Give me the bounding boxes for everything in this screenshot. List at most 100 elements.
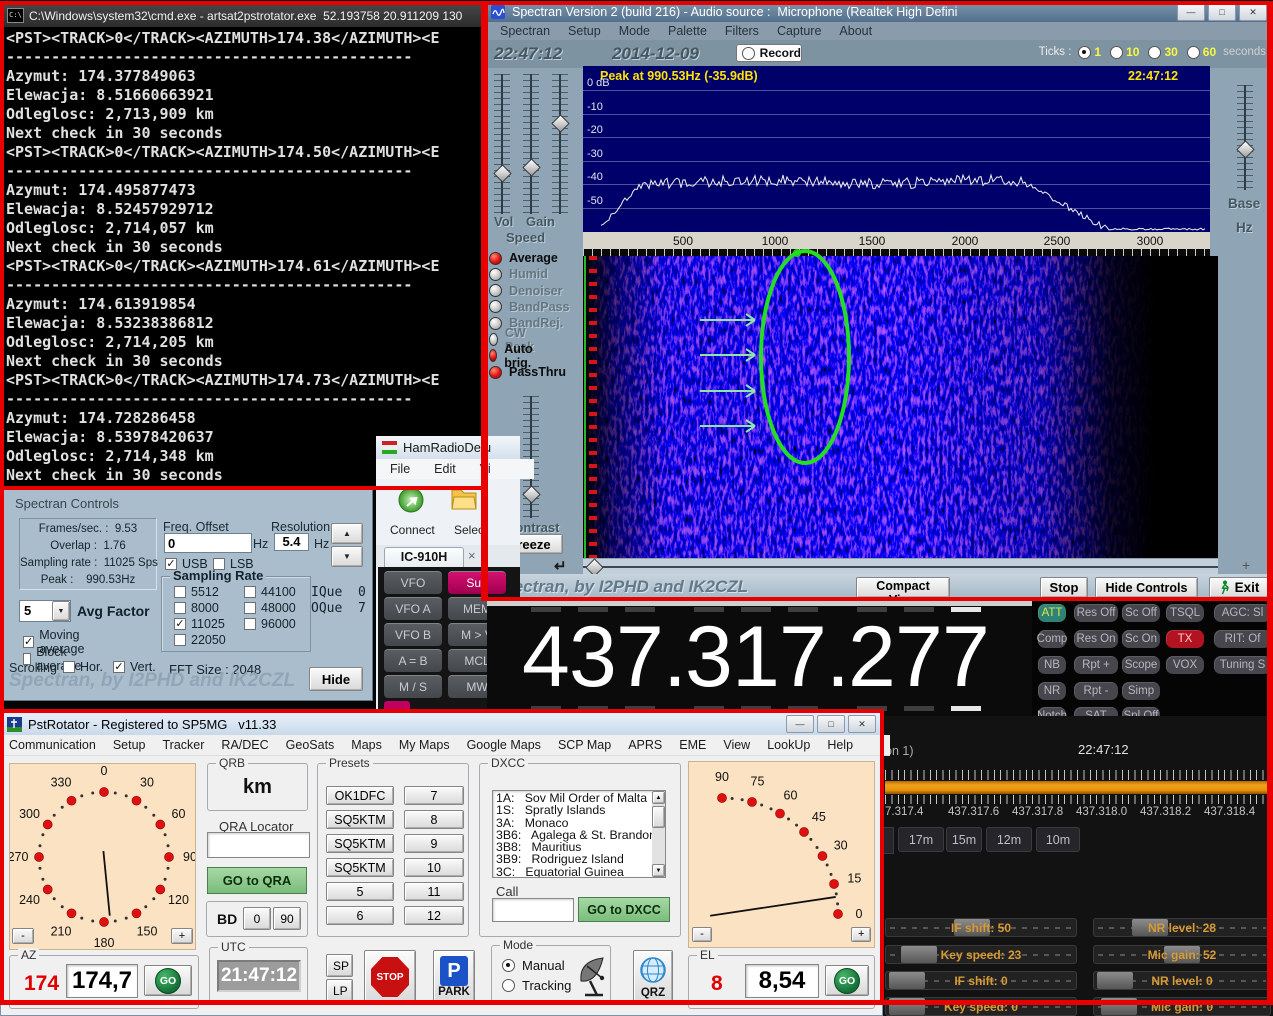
hrd-menu-vi[interactable]: Vi — [480, 462, 491, 476]
sr-96000-checkbox[interactable]: 96000 — [244, 617, 296, 631]
preset-button-7[interactable]: 7 — [404, 786, 464, 805]
ticks-option-60[interactable]: 60 — [1187, 45, 1216, 59]
rig-button-simp[interactable]: Simp — [1122, 682, 1160, 700]
record-radio[interactable] — [742, 47, 755, 60]
rig-button-rpt-+[interactable]: Rpt + — [1074, 656, 1118, 674]
rig-button-res-off[interactable]: Res Off — [1074, 604, 1118, 622]
gain-slider[interactable] — [523, 74, 539, 214]
pst-menu-google-maps[interactable]: Google Maps — [467, 738, 541, 752]
dxcc-list-item[interactable]: 3C: Equatorial Guinea — [496, 866, 649, 878]
preset-button-sq5ktm-1[interactable]: SQ5KTM — [326, 810, 394, 829]
hor-checkbox[interactable]: Hor. — [63, 660, 103, 674]
rig-slider-nr-level-28[interactable]: NR level: 28 — [1093, 918, 1271, 937]
rig-button-tx[interactable]: TX — [1166, 630, 1204, 648]
freq-digit-marker[interactable] — [578, 706, 608, 711]
lsb-checkbox[interactable]: LSB — [213, 557, 254, 571]
ticks-radio-icon[interactable] — [1148, 46, 1161, 59]
pst-menu-aprs[interactable]: APRS — [628, 738, 662, 752]
rig-button-att[interactable]: ATT — [1038, 604, 1066, 622]
spectran-menu-palette[interactable]: Palette — [668, 24, 707, 38]
resolution-up-button[interactable]: ▲ — [331, 523, 363, 544]
spectran-menu-about[interactable]: About — [839, 24, 872, 38]
az-compass[interactable]: 0306090120150180210240270300330 - + — [9, 763, 196, 950]
hrd-button-vfob[interactable]: VFO B — [384, 623, 442, 646]
radio-icon[interactable] — [502, 979, 515, 992]
dxcc-list[interactable]: 1A: Sov Mil Order of Malta1S: Spratly Is… — [492, 790, 666, 878]
exit-button[interactable]: Exit — [1209, 577, 1269, 598]
band-button-15m[interactable]: 15m — [946, 827, 982, 852]
az-minus-button[interactable]: - — [12, 928, 34, 944]
rig-button-nr[interactable]: NR — [1038, 682, 1066, 700]
hrd-partial-button[interactable] — [384, 701, 410, 712]
pst-menu-lookup[interactable]: LookUp — [767, 738, 810, 752]
spectran-menu-spectran[interactable]: Spectran — [500, 24, 550, 38]
preset-button-ok1dfc-0[interactable]: OK1DFC — [326, 786, 394, 805]
rig-button-agc-sl[interactable]: AGC: Sl — [1214, 604, 1271, 622]
freq-scale[interactable]: 50010001500200025003000 — [583, 232, 1210, 249]
close-icon[interactable]: ✕ — [1239, 3, 1267, 21]
pst-minimize-icon[interactable]: — — [786, 715, 814, 733]
checkbox-icon[interactable] — [213, 558, 225, 570]
checkbox-icon[interactable] — [244, 586, 256, 598]
hrd-button-sub[interactable]: Sub — [448, 571, 506, 594]
freq-digit-marker[interactable] — [741, 706, 771, 711]
move-icon[interactable]: + — [1242, 557, 1250, 573]
checkbox-icon[interactable] — [174, 586, 186, 598]
az-plus-button[interactable]: + — [171, 928, 193, 944]
hrd-titlebar[interactable]: HamRadioDelu — [376, 436, 520, 460]
stop-rotor-button[interactable]: STOP — [364, 950, 416, 1004]
rig-slider-nr-level-0[interactable]: NR level: 0 — [1093, 971, 1271, 990]
hrd-menu-file[interactable]: File — [390, 462, 410, 476]
led-button-denoiser[interactable]: Denoiser — [489, 284, 563, 298]
rig-slider-if-shift-50[interactable]: IF shift: 50 — [885, 918, 1077, 937]
rig-button-tuning-s[interactable]: Tuning S — [1214, 656, 1271, 674]
sr-8000-checkbox[interactable]: 8000 — [174, 601, 219, 615]
rig-button-scope[interactable]: Scope — [1122, 656, 1160, 674]
az-go-button[interactable]: GO — [144, 965, 192, 996]
checkbox-icon[interactable] — [244, 602, 256, 614]
vert-checkbox[interactable]: ✓Vert. — [113, 660, 156, 674]
preset-button-10[interactable]: 10 — [404, 858, 464, 877]
ticks-option-10[interactable]: 10 — [1110, 45, 1139, 59]
rig-button-sc-on[interactable]: Sc On — [1122, 630, 1160, 648]
rig-button-vox[interactable]: VOX — [1166, 656, 1204, 674]
rig-button-sc-off[interactable]: Sc Off — [1122, 604, 1160, 622]
pst-menu-maps[interactable]: Maps — [351, 738, 382, 752]
stop-button[interactable]: Stop — [1040, 577, 1088, 598]
ticks-radio-icon[interactable] — [1078, 46, 1091, 59]
freq-digit-marker[interactable] — [904, 706, 934, 711]
hrd-button-ms[interactable]: M / S — [384, 675, 442, 698]
cmd-titlebar[interactable]: C:\ C:\Windows\system32\cmd.exe - artsat… — [2, 4, 486, 27]
freq-digit-marker[interactable] — [857, 706, 887, 711]
hide-button[interactable]: Hide — [309, 667, 363, 691]
pst-menu-setup[interactable]: Setup — [113, 738, 146, 752]
dxcc-list-item[interactable]: 3B9: Rodriguez Island — [496, 853, 649, 865]
go-to-qra-button[interactable]: GO to QRA — [207, 867, 307, 894]
radio-icon[interactable] — [502, 959, 515, 972]
rig-button-rpt--[interactable]: Rpt - — [1074, 682, 1118, 700]
tab-ic910h[interactable]: IC-910H — [384, 547, 464, 567]
rig-slider-mic-gain-0[interactable]: Mic gain: 0 — [1093, 997, 1271, 1016]
rig-frequency-ruler[interactable] — [885, 781, 1271, 794]
pst-menu-help[interactable]: Help — [827, 738, 853, 752]
pst-menu-communication[interactable]: Communication — [9, 738, 96, 752]
qrz-button[interactable]: QRZ — [633, 950, 673, 1004]
sp-button[interactable]: SP — [326, 954, 353, 977]
preset-button-12[interactable]: 12 — [404, 906, 464, 925]
preset-button-6-5[interactable]: 6 — [326, 906, 394, 925]
rig-button-rit-of[interactable]: RIT: Of — [1214, 630, 1271, 648]
led-button-bandpass[interactable]: BandPass — [489, 300, 569, 314]
usb-checkbox[interactable]: ✓USB — [165, 557, 208, 571]
mode-radio-tracking[interactable]: Tracking — [502, 978, 571, 993]
preset-button-9[interactable]: 9 — [404, 834, 464, 853]
tab-close-icon[interactable]: × — [468, 548, 476, 563]
dxcc-scrollbar[interactable]: ▲ ▼ — [652, 791, 665, 877]
qra-locator-input[interactable] — [207, 832, 310, 858]
pst-close-icon[interactable]: ✕ — [848, 715, 876, 733]
preset-button-11[interactable]: 11 — [404, 882, 464, 901]
sr-11025-checkbox[interactable]: ✓11025 — [174, 617, 225, 631]
dxcc-scroll-up-icon[interactable]: ▲ — [652, 791, 665, 804]
rig-button-tsql[interactable]: TSQL — [1166, 604, 1204, 622]
mode-radio-manual[interactable]: Manual — [502, 958, 565, 973]
band-button-17m[interactable]: 17m — [898, 827, 944, 852]
